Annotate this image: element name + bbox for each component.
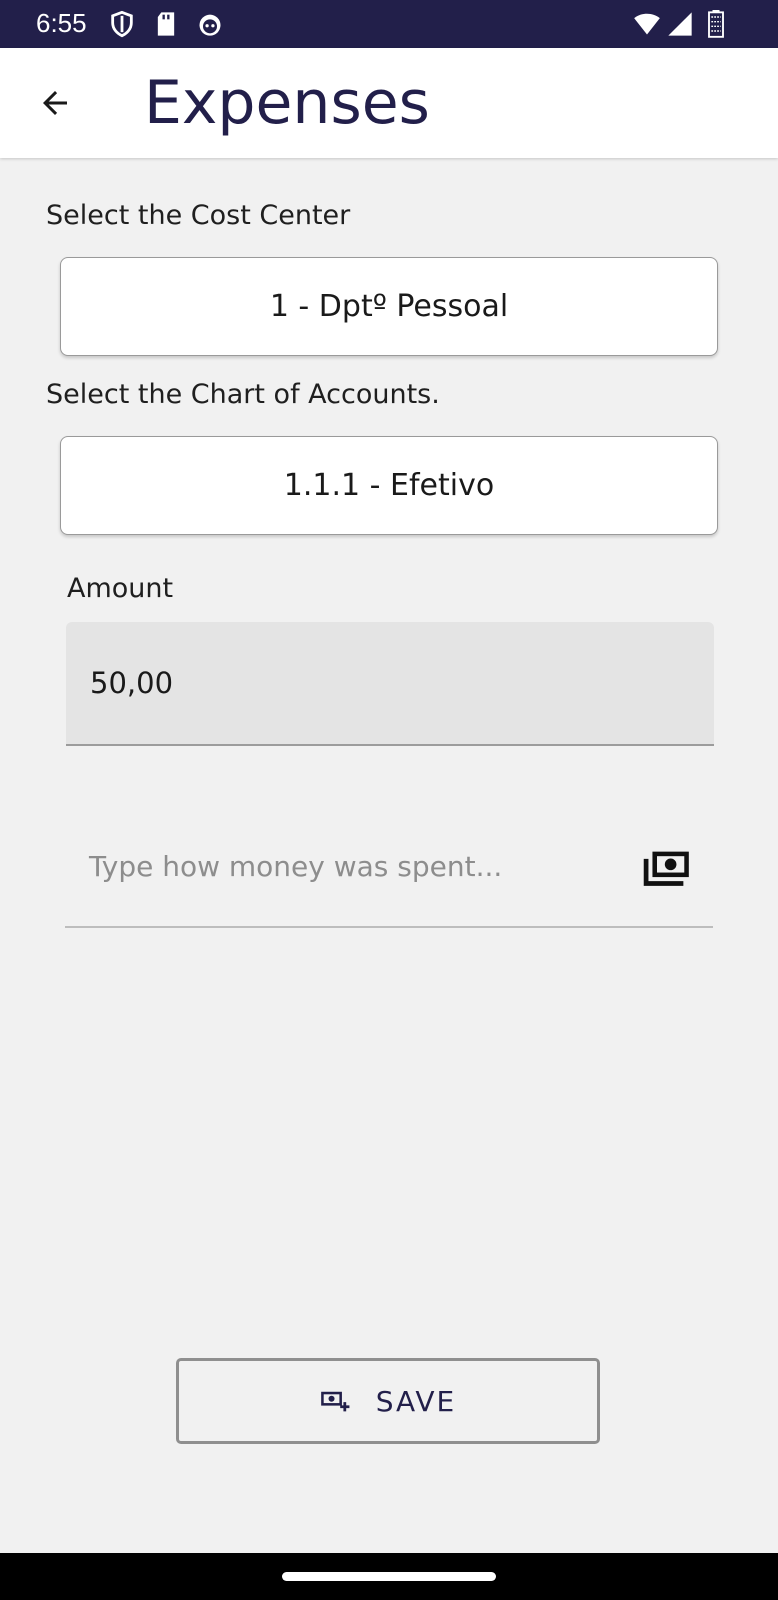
app-bar: Expenses <box>0 48 778 158</box>
page-title: Expenses <box>144 68 430 138</box>
cost-center-label: Select the Cost Center <box>46 200 351 231</box>
chart-of-accounts-label: Select the Chart of Accounts. <box>46 379 440 410</box>
arrow-back-icon <box>43 91 67 115</box>
cost-center-select[interactable]: 1 - Dptº Pessoal <box>60 257 718 356</box>
amount-input[interactable]: 50,00 <box>66 622 714 746</box>
chart-of-accounts-select[interactable]: 1.1.1 - Efetivo <box>60 436 718 535</box>
navigation-bar <box>0 1553 778 1600</box>
shield-icon <box>111 10 133 38</box>
chart-of-accounts-value: 1.1.1 - Efetivo <box>283 468 495 503</box>
cat-face-icon <box>199 14 221 36</box>
amount-value: 50,00 <box>90 666 174 700</box>
save-label: SAVE <box>375 1384 457 1418</box>
amount-label: Amount <box>67 573 174 604</box>
description-placeholder: Type how money was spent... <box>89 850 503 883</box>
home-indicator[interactable] <box>282 1572 496 1581</box>
status-bar: 6:55 <box>0 0 778 48</box>
back-button[interactable] <box>30 78 80 128</box>
save-button[interactable]: SAVE <box>176 1358 600 1444</box>
cost-center-value: 1 - Dptº Pessoal <box>269 289 509 324</box>
add-money-icon <box>320 1391 350 1412</box>
wifi-icon <box>634 13 660 35</box>
status-time: 6:55 <box>36 8 87 38</box>
sd-card-icon <box>157 12 175 36</box>
money-icon <box>643 851 689 886</box>
battery-icon <box>708 10 724 38</box>
description-input[interactable]: Type how money was spent... <box>65 820 713 928</box>
signal-icon <box>668 12 692 36</box>
